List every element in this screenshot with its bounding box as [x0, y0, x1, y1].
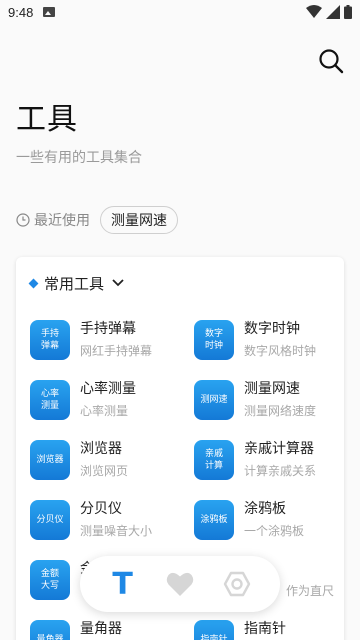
tool-desc: 计算亲戚关系 [244, 464, 317, 478]
tool-name: 指南针 [244, 621, 286, 637]
nav-tools-button[interactable]: T [103, 564, 143, 604]
tool-item-digital-clock[interactable]: 数字 时钟 数字时钟 数字风格时钟 [194, 318, 344, 362]
tool-desc: 一个涂鸦板 [244, 524, 305, 538]
tool-name: 分贝仪 [80, 501, 122, 517]
nav-favorites-button[interactable] [160, 564, 200, 604]
tool-name: 浏览器 [80, 441, 122, 457]
tool-desc: 心率测量 [80, 404, 129, 418]
tool-name: 量角器 [80, 621, 122, 637]
search-icon [319, 49, 344, 74]
signal-icon [326, 5, 340, 19]
tool-desc: 网红手持弹幕 [80, 344, 153, 358]
tool-icon: 心率 测量 [30, 380, 70, 420]
settings-hexagon-icon [224, 571, 251, 597]
page-subtitle: 一些有用的工具集合 [16, 150, 142, 166]
tool-item-danmaku[interactable]: 手持 弹幕 手持弹幕 网红手持弹幕 [30, 318, 190, 362]
recent-chip-speed-test[interactable]: 测量网速 [100, 206, 178, 234]
tool-icon: 手持 弹幕 [30, 320, 70, 360]
tool-desc: 测量噪音大小 [80, 524, 153, 538]
tool-icon: 数字 时钟 [194, 320, 234, 360]
heart-icon [166, 572, 194, 596]
tool-icon: 金额 大写 [30, 560, 70, 600]
page-title: 工具 [16, 102, 78, 137]
tool-icon: 浏览器 [30, 440, 70, 480]
diamond-icon [28, 278, 39, 288]
search-button[interactable] [316, 46, 346, 76]
recent-row: 最近使用 测量网速 [16, 206, 178, 234]
status-bar: 9:48 [0, 0, 360, 24]
tool-item-relative-calc[interactable]: 亲戚 计算 亲戚计算器 计算亲戚关系 [194, 438, 344, 482]
tool-desc: 浏览网页 [80, 464, 129, 478]
nav-settings-button[interactable] [217, 564, 257, 604]
tool-item-decibel[interactable]: 分贝仪 分贝仪 测量噪音大小 [30, 498, 190, 542]
tool-icon: 量角器 [30, 620, 70, 640]
tool-item-protractor[interactable]: 量角器 量角器 [30, 618, 190, 640]
tool-desc: 数字风格时钟 [244, 344, 317, 358]
status-time: 9:48 [8, 4, 34, 20]
tool-name: 涂鸦板 [244, 501, 286, 517]
tool-name: 手持弹幕 [80, 321, 136, 337]
tool-icon: 亲戚 计算 [194, 440, 234, 480]
image-notification-icon [43, 7, 56, 17]
tool-desc: 测量网络速度 [244, 404, 317, 418]
recent-label: 最近使用 [34, 213, 90, 229]
tool-icon: 指南针 [194, 620, 234, 640]
tool-item-heart-rate[interactable]: 心率 测量 心率测量 心率测量 [30, 378, 190, 422]
tool-name: 心率测量 [80, 381, 136, 397]
tool-name: 数字时钟 [244, 321, 300, 337]
tool-name: 亲戚计算器 [244, 441, 314, 457]
tool-name: 测量网速 [244, 381, 300, 397]
status-indicators [306, 5, 352, 19]
tool-item-doodle[interactable]: 涂鸦板 涂鸦板 一个涂鸦板 [194, 498, 344, 542]
tool-item-speed-test[interactable]: 测网速 测量网速 测量网络速度 [194, 378, 344, 422]
wifi-icon [306, 5, 322, 18]
tools-t-icon: T [112, 566, 133, 602]
tool-desc: 作为直尺 [286, 584, 335, 598]
card-title: 常用工具 [44, 274, 105, 293]
tool-item-compass[interactable]: 指南针 指南针 [194, 618, 344, 640]
battery-icon [344, 5, 352, 19]
clock-icon [16, 213, 30, 227]
card-header[interactable]: 常用工具 [28, 273, 124, 293]
bottom-nav: T [80, 556, 280, 612]
tool-item-browser[interactable]: 浏览器 浏览器 浏览网页 [30, 438, 190, 482]
tool-icon: 分贝仪 [30, 500, 70, 540]
tool-icon: 测网速 [194, 380, 234, 420]
chevron-down-icon [112, 279, 124, 287]
tool-icon: 涂鸦板 [194, 500, 234, 540]
